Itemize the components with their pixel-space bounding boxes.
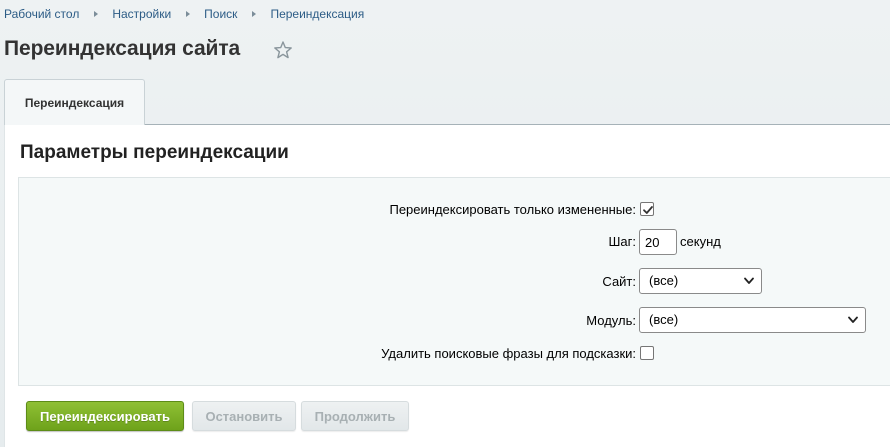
breadcrumb-separator-icon bbox=[94, 11, 99, 17]
module-label: Модуль: bbox=[586, 313, 636, 328]
breadcrumb: Рабочий стол Настройки Поиск Переиндекса… bbox=[4, 7, 364, 21]
step-unit: секунд bbox=[680, 234, 721, 249]
row-step: Шаг: секунд bbox=[19, 229, 890, 255]
tab-reindex[interactable]: Переиндексация bbox=[4, 79, 145, 125]
site-label: Сайт: bbox=[602, 274, 636, 289]
breadcrumb-separator-icon bbox=[252, 11, 257, 17]
star-icon[interactable] bbox=[273, 40, 293, 60]
main-panel: Параметры переиндексации Переиндексирова… bbox=[4, 124, 890, 447]
step-label: Шаг: bbox=[608, 234, 637, 249]
breadcrumb-separator-icon bbox=[186, 11, 191, 17]
chevron-down-icon bbox=[848, 316, 858, 323]
module-select-value: (все) bbox=[649, 312, 679, 327]
panel-heading: Параметры переиндексации bbox=[20, 142, 289, 163]
reindex-button[interactable]: Переиндексировать bbox=[26, 401, 184, 431]
breadcrumb-search[interactable]: Поиск bbox=[204, 7, 237, 21]
row-module: Модуль: (все) bbox=[19, 307, 890, 333]
page-title: Переиндексация сайта bbox=[4, 37, 241, 60]
row-site: Сайт: (все) bbox=[19, 268, 890, 294]
only-changed-label: Переиндексировать только измененные: bbox=[389, 202, 636, 217]
row-delete-phrases: Удалить поисковые фразы для подсказки: bbox=[19, 342, 890, 366]
breadcrumb-reindex[interactable]: Переиндексация bbox=[270, 7, 364, 21]
continue-button[interactable]: Продолжить bbox=[301, 401, 409, 431]
delete-phrases-checkbox[interactable] bbox=[640, 346, 654, 360]
chevron-down-icon bbox=[744, 277, 754, 284]
only-changed-checkbox[interactable] bbox=[640, 202, 654, 216]
module-select[interactable]: (все) bbox=[639, 307, 866, 333]
breadcrumb-desktop[interactable]: Рабочий стол bbox=[4, 7, 79, 21]
delete-phrases-label: Удалить поисковые фразы для подсказки: bbox=[381, 346, 636, 361]
settings-form: Переиндексировать только измененные: Шаг… bbox=[18, 177, 890, 386]
stop-button[interactable]: Остановить bbox=[192, 401, 296, 431]
site-select[interactable]: (все) bbox=[639, 268, 762, 294]
step-input[interactable] bbox=[639, 229, 677, 255]
row-only-changed: Переиндексировать только измененные: bbox=[19, 198, 890, 222]
breadcrumb-settings[interactable]: Настройки bbox=[112, 7, 171, 21]
site-select-value: (все) bbox=[649, 273, 679, 288]
checkmark-icon bbox=[643, 206, 653, 214]
